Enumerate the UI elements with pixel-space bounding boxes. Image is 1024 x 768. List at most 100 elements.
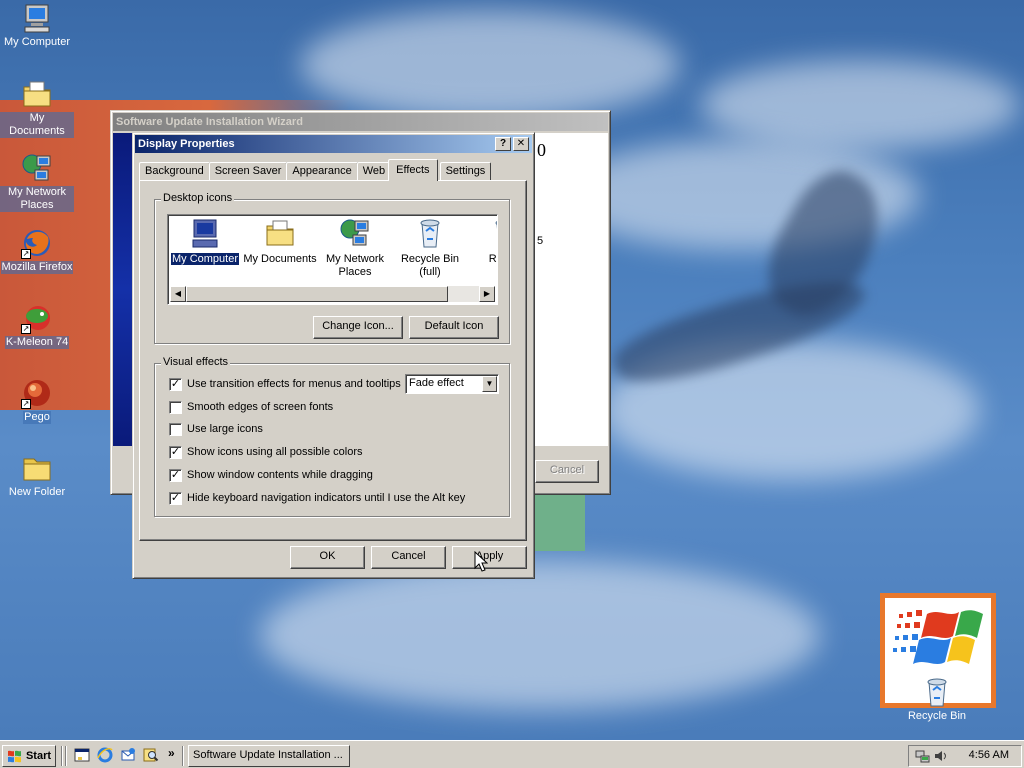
effects-tab-panel: Desktop icons My Computer My Documents M…: [139, 180, 527, 541]
drag-contents-option[interactable]: ✓ Show window contents while dragging: [169, 467, 373, 483]
desktop-icons-legend: Desktop icons: [161, 192, 235, 204]
tab-web[interactable]: Web: [356, 162, 392, 181]
desktop-icons-hscrollbar[interactable]: ◀ ▶: [170, 286, 495, 302]
wizard-cancel-button[interactable]: Cancel: [535, 460, 599, 483]
documents-folder-icon: [21, 78, 53, 110]
recycle-bin-full-icon: [414, 217, 446, 249]
list-item-label: My Network Places: [325, 253, 385, 278]
windows-flag-icon: [7, 750, 21, 763]
tab-effects[interactable]: Effects: [388, 159, 438, 181]
quick-launch-chevron-icon[interactable]: »: [168, 746, 175, 760]
task-button-software-update[interactable]: Software Update Installation ...: [188, 745, 350, 767]
taskbar-separator: [65, 746, 67, 766]
hide-keyboard-indicators-option[interactable]: ✓ Hide keyboard navigation indicators un…: [169, 490, 465, 506]
option-label: Smooth edges of screen fonts: [187, 401, 334, 413]
documents-folder-icon: [264, 217, 296, 249]
desktop-icon-label: Recycle Bin: [907, 710, 967, 722]
computer-icon: [189, 217, 221, 249]
transition-effects-option[interactable]: ✓ Use transition effects for menus and t…: [169, 376, 401, 392]
wizard-title: Software Update Installation Wizard: [116, 116, 303, 128]
transition-effects-checkbox[interactable]: ✓: [169, 377, 182, 391]
internet-explorer-icon[interactable]: [97, 747, 113, 763]
desktop-icon-my-documents[interactable]: My Documents: [0, 78, 74, 138]
show-desktop-icon[interactable]: [74, 747, 90, 763]
help-button[interactable]: ?: [495, 137, 511, 151]
tab-settings[interactable]: Settings: [439, 162, 492, 181]
start-button[interactable]: Start: [2, 745, 56, 767]
cancel-button[interactable]: Cancel: [371, 546, 446, 569]
desktop-icon-new-folder[interactable]: New Folder: [0, 452, 74, 499]
dialog-title: Display Properties: [138, 138, 235, 150]
close-button[interactable]: ✕: [513, 137, 529, 151]
system-tray: 4:56 AM: [908, 745, 1022, 767]
smooth-fonts-option[interactable]: Smooth edges of screen fonts: [169, 399, 333, 415]
option-label: Use large icons: [187, 423, 263, 435]
recycle-bin-icon: [921, 676, 953, 708]
network-tray-icon[interactable]: [915, 748, 931, 764]
folder-icon: [21, 452, 53, 484]
list-item-my-computer[interactable]: My Computer: [168, 217, 242, 266]
display-properties-dialog[interactable]: Display Properties ? ✕ Background Screen…: [132, 132, 535, 579]
wizard-text-fragment: 0: [537, 140, 546, 160]
smooth-fonts-checkbox[interactable]: [169, 400, 182, 414]
pego-icon: ↗: [21, 377, 53, 409]
outlook-express-icon[interactable]: [120, 747, 136, 763]
volume-tray-icon[interactable]: [933, 748, 949, 764]
ok-button[interactable]: OK: [290, 546, 365, 569]
dialog-titlebar[interactable]: Display Properties ? ✕: [135, 135, 532, 153]
shortcut-arrow-icon: ↗: [21, 324, 31, 334]
desktop-icon-pego[interactable]: ↗ Pego: [0, 377, 74, 424]
shortcut-arrow-icon: ↗: [21, 399, 31, 409]
wizard-text-fragment: 5: [537, 235, 544, 247]
list-item-recycle-bin-empty[interactable]: Rec (e: [468, 217, 497, 266]
search-icon[interactable]: [143, 747, 159, 763]
tab-background[interactable]: Background: [139, 162, 210, 181]
desktop-icon-label: Pego: [23, 411, 51, 424]
list-item-recycle-bin-full[interactable]: Recycle Bin (full): [393, 217, 467, 279]
option-label: Show window contents while dragging: [187, 469, 373, 481]
scroll-right-arrow-icon[interactable]: ▶: [479, 286, 495, 302]
wallpaper-cloud: [300, 10, 680, 120]
drag-contents-checkbox[interactable]: ✓: [169, 468, 182, 482]
option-label: Show icons using all possible colors: [187, 446, 363, 458]
desktop-icon-my-network-places[interactable]: My Network Places: [0, 152, 74, 212]
list-item-my-documents[interactable]: My Documents: [243, 217, 317, 266]
default-icon-button[interactable]: Default Icon: [409, 316, 499, 339]
desktop-icon-k-meleon[interactable]: ↗ K-Meleon 74: [0, 302, 74, 349]
list-item-my-network-places[interactable]: My Network Places: [318, 217, 392, 279]
transition-effect-value: Fade effect: [409, 377, 464, 389]
large-icons-checkbox[interactable]: [169, 422, 182, 436]
all-colors-checkbox[interactable]: ✓: [169, 445, 182, 459]
tab-appearance[interactable]: Appearance: [286, 162, 358, 181]
desktop-icons-list[interactable]: My Computer My Documents My Network Plac…: [167, 214, 498, 305]
visual-effects-legend: Visual effects: [161, 356, 231, 368]
taskbar-separator: [61, 746, 63, 766]
scrollbar-thumb[interactable]: [186, 286, 448, 302]
change-icon-button[interactable]: Change Icon...: [313, 316, 403, 339]
network-places-icon: [21, 152, 53, 184]
hide-keyboard-indicators-checkbox[interactable]: ✓: [169, 491, 182, 505]
list-item-label: Rec (e: [488, 253, 497, 265]
desktop-icon-my-computer[interactable]: My Computer: [0, 2, 74, 49]
scroll-left-arrow-icon[interactable]: ◀: [170, 286, 186, 302]
all-colors-option[interactable]: ✓ Show icons using all possible colors: [169, 444, 362, 460]
clock[interactable]: 4:56 AM: [969, 749, 1009, 761]
desktop-icon-mozilla-firefox[interactable]: ↗ Mozilla Firefox: [0, 227, 74, 274]
k-meleon-icon: ↗: [21, 302, 53, 334]
wallpaper-green-patch: [535, 494, 585, 551]
transition-effect-select[interactable]: Fade effect ▼: [405, 374, 499, 394]
desktop-icon-label: Mozilla Firefox: [0, 261, 74, 274]
option-label: Use transition effects for menus and too…: [187, 378, 401, 390]
apply-button[interactable]: Apply: [452, 546, 527, 569]
start-label: Start: [25, 750, 52, 762]
dropdown-arrow-icon[interactable]: ▼: [482, 376, 497, 392]
tab-screen-saver[interactable]: Screen Saver: [208, 162, 288, 181]
wizard-titlebar[interactable]: Software Update Installation Wizard: [113, 113, 608, 131]
large-icons-option[interactable]: Use large icons: [169, 421, 263, 437]
list-item-label: Recycle Bin (full): [400, 253, 460, 278]
recycle-bin-empty-icon: [489, 217, 497, 249]
desktop-icons-group: Desktop icons My Computer My Documents M…: [154, 192, 510, 344]
desktop-icon-label: My Network Places: [0, 186, 74, 212]
firefox-icon: ↗: [21, 227, 53, 259]
desktop-icon-recycle-bin[interactable]: Recycle Bin: [900, 676, 974, 723]
